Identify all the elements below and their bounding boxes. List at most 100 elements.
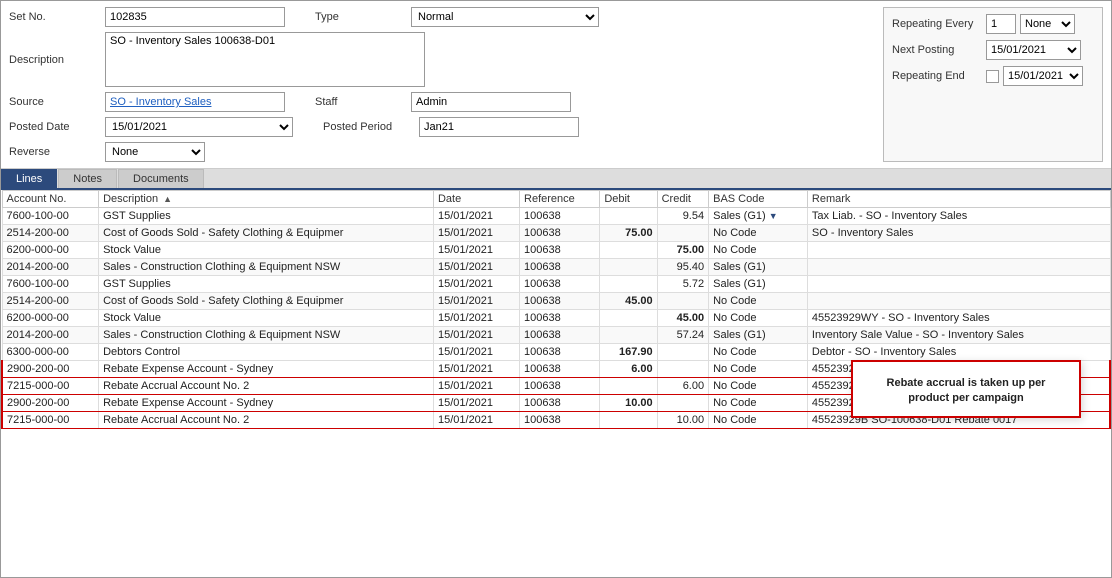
header-row-3: Source SO - Inventory Sales Staff <box>9 92 875 112</box>
table-cell <box>807 276 1110 293</box>
posted-date-row: Posted Date 15/01/2021 <box>9 117 293 137</box>
repeating-end-checkbox[interactable] <box>986 70 999 83</box>
table-cell: 167.90 <box>600 344 657 361</box>
posted-date-select[interactable]: 15/01/2021 <box>105 117 293 137</box>
table-cell[interactable]: No Code <box>709 225 808 242</box>
table-cell: Sales - Construction Clothing & Equipmen… <box>99 259 434 276</box>
reverse-select[interactable]: None Next Period <box>105 142 205 162</box>
table-cell[interactable]: No Code <box>709 344 808 361</box>
table-cell: 95.40 <box>657 259 709 276</box>
repeating-panel: Repeating Every None Next Posting 15/01/… <box>883 7 1103 162</box>
repeating-every-label: Repeating Every <box>892 18 982 30</box>
repeating-end-select[interactable]: 15/01/2021 <box>1003 66 1083 86</box>
posted-period-label: Posted Period <box>323 121 413 133</box>
tab-notes[interactable]: Notes <box>58 169 117 188</box>
table-cell[interactable]: No Code <box>709 378 808 395</box>
table-cell: 57.24 <box>657 327 709 344</box>
table-cell: Stock Value <box>99 242 434 259</box>
table-row: 2014-200-00Sales - Construction Clothing… <box>2 327 1110 344</box>
table-cell: SO - Inventory Sales <box>807 225 1110 242</box>
table-cell: 15/01/2021 <box>433 208 519 225</box>
table-cell <box>657 361 709 378</box>
table-row: 2514-200-00Cost of Goods Sold - Safety C… <box>2 225 1110 242</box>
source-row: Source SO - Inventory Sales <box>9 92 285 112</box>
table-cell: 100638 <box>520 225 600 242</box>
table-cell[interactable]: Sales (G1) ▼ <box>709 208 808 225</box>
next-posting-row: Next Posting 15/01/2021 <box>892 40 1094 60</box>
posted-period-row: Posted Period <box>323 117 579 137</box>
table-cell: 2900-200-00 <box>2 361 99 378</box>
col-credit: Credit <box>657 191 709 208</box>
set-no-input[interactable] <box>105 7 285 27</box>
table-cell <box>600 378 657 395</box>
header-row-1: Set No. Type Normal Reversing Accrual <box>9 7 875 27</box>
table-cell: GST Supplies <box>99 208 434 225</box>
staff-input[interactable] <box>411 92 571 112</box>
table-cell: 75.00 <box>657 242 709 259</box>
col-reference: Reference <box>520 191 600 208</box>
tab-lines[interactable]: Lines <box>1 169 57 188</box>
table-row: 7600-100-00GST Supplies15/01/20211006389… <box>2 208 1110 225</box>
repeating-every-input[interactable] <box>986 14 1016 34</box>
table-cell[interactable]: No Code <box>709 395 808 412</box>
tab-documents[interactable]: Documents <box>118 169 204 188</box>
table-cell: Rebate Accrual Account No. 2 <box>99 412 434 429</box>
table-cell: 15/01/2021 <box>433 310 519 327</box>
table-cell[interactable]: No Code <box>709 293 808 310</box>
table-cell: Sales - Construction Clothing & Equipmen… <box>99 327 434 344</box>
table-cell: 2014-200-00 <box>2 259 99 276</box>
table-cell[interactable]: No Code <box>709 310 808 327</box>
table-cell <box>600 259 657 276</box>
table-cell <box>807 259 1110 276</box>
col-bas-code: BAS Code <box>709 191 808 208</box>
table-cell: 15/01/2021 <box>433 395 519 412</box>
header-row-4: Posted Date 15/01/2021 Posted Period <box>9 117 875 137</box>
table-cell: 6200-000-00 <box>2 310 99 327</box>
table-cell: 100638 <box>520 327 600 344</box>
next-posting-select[interactable]: 15/01/2021 <box>986 40 1081 60</box>
repeating-end-row: Repeating End 15/01/2021 <box>892 66 1094 86</box>
table-cell <box>600 276 657 293</box>
table-cell: Rebate Expense Account - Sydney <box>99 395 434 412</box>
table-cell: 10.00 <box>657 412 709 429</box>
set-no-row: Set No. <box>9 7 285 27</box>
reverse-row: Reverse None Next Period <box>9 142 875 162</box>
table-cell: Cost of Goods Sold - Safety Clothing & E… <box>99 225 434 242</box>
table-cell <box>657 395 709 412</box>
posted-period-input[interactable] <box>419 117 579 137</box>
table-cell[interactable]: Sales (G1) <box>709 327 808 344</box>
table-cell: 100638 <box>520 395 600 412</box>
table-cell <box>600 242 657 259</box>
col-debit: Debit <box>600 191 657 208</box>
col-date: Date <box>433 191 519 208</box>
table-cell: 45.00 <box>657 310 709 327</box>
repeating-unit-select[interactable]: None <box>1020 14 1075 34</box>
table-cell: 2900-200-00 <box>2 395 99 412</box>
table-cell[interactable]: No Code <box>709 361 808 378</box>
table-cell[interactable]: No Code <box>709 412 808 429</box>
table-cell: Cost of Goods Sold - Safety Clothing & E… <box>99 293 434 310</box>
description-label: Description <box>9 54 99 66</box>
table-cell: Inventory Sale Value - SO - Inventory Sa… <box>807 327 1110 344</box>
table-cell <box>600 310 657 327</box>
table-row: 6300-000-00Debtors Control15/01/20211006… <box>2 344 1110 361</box>
set-no-label: Set No. <box>9 11 99 23</box>
table-cell: Debtor - SO - Inventory Sales <box>807 344 1110 361</box>
table-cell: 10.00 <box>600 395 657 412</box>
table-cell[interactable]: No Code <box>709 242 808 259</box>
type-select[interactable]: Normal Reversing Accrual <box>411 7 599 27</box>
table-cell: 15/01/2021 <box>433 259 519 276</box>
table-cell[interactable]: Sales (G1) <box>709 259 808 276</box>
table-cell: Tax Liab. - SO - Inventory Sales <box>807 208 1110 225</box>
table-cell[interactable]: Sales (G1) <box>709 276 808 293</box>
source-label: Source <box>9 96 99 108</box>
table-cell: 7215-000-00 <box>2 378 99 395</box>
col-remark: Remark <box>807 191 1110 208</box>
table-cell: 100638 <box>520 242 600 259</box>
source-link[interactable]: SO - Inventory Sales <box>105 92 285 112</box>
main-window: Set No. Type Normal Reversing Accrual De… <box>0 0 1112 578</box>
table-cell <box>657 344 709 361</box>
description-row: Description SO - Inventory Sales 100638-… <box>9 32 875 87</box>
description-input[interactable]: SO - Inventory Sales 100638-D01 <box>105 32 425 87</box>
col-description: Description ▲ <box>99 191 434 208</box>
